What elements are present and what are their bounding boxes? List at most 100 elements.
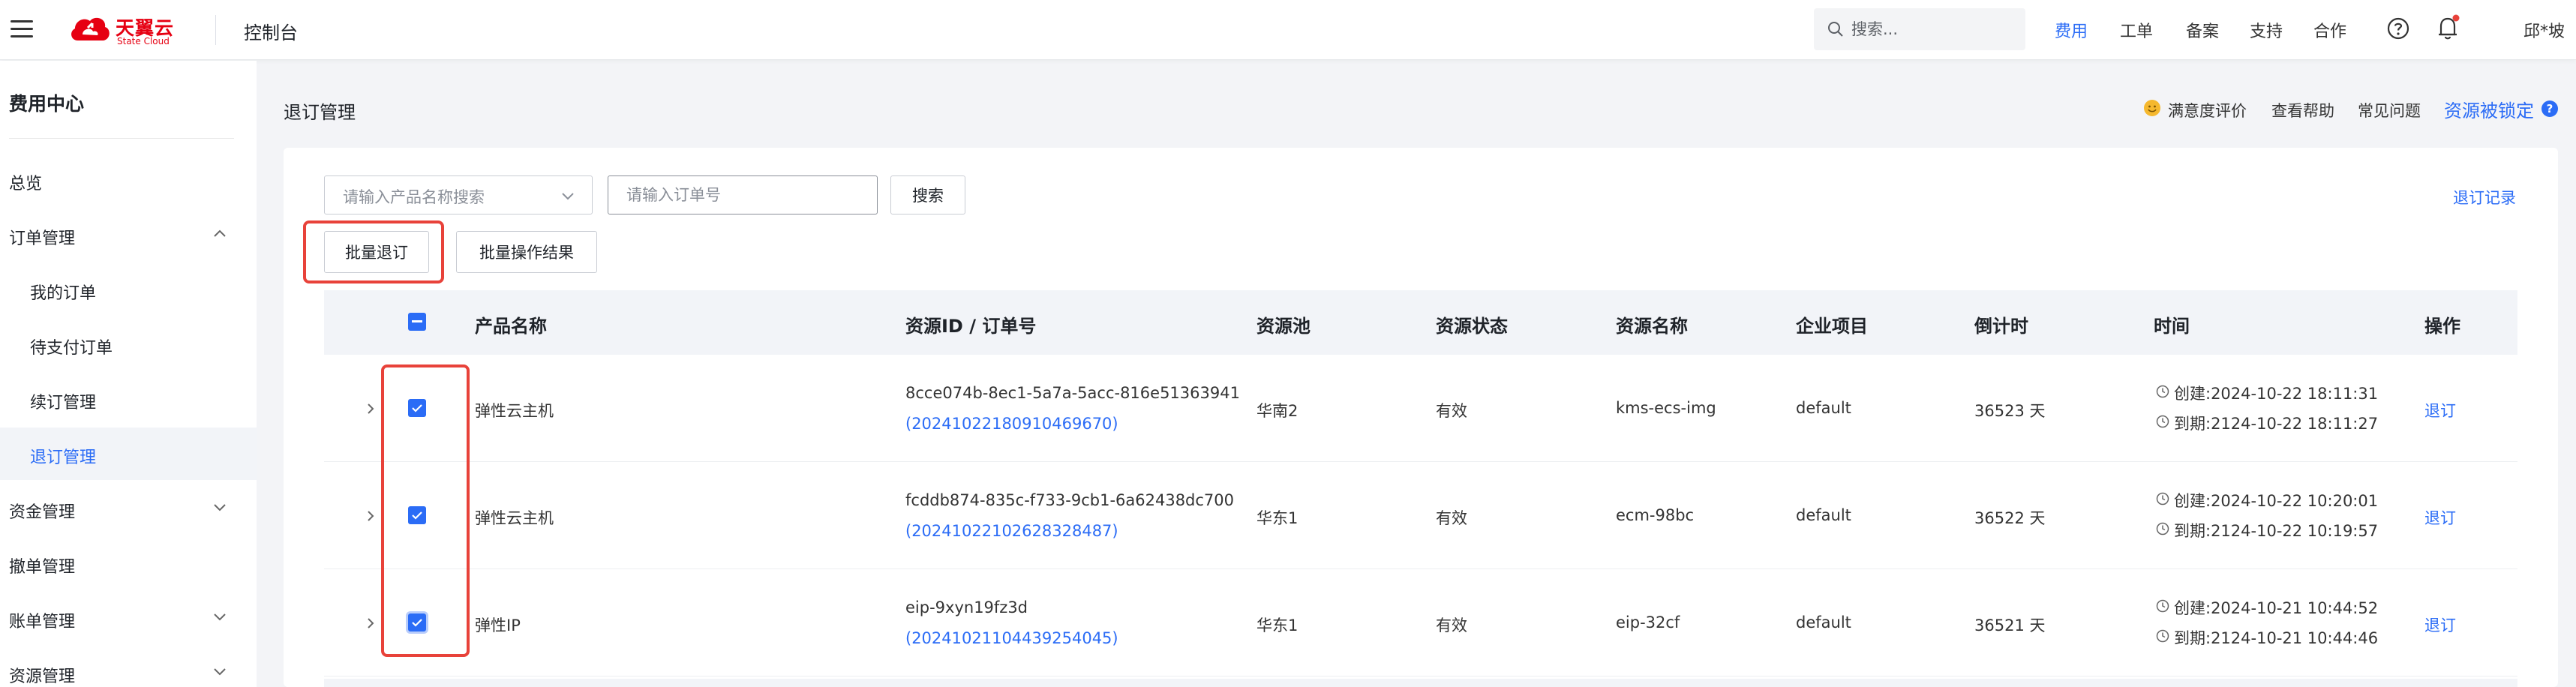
product-select-placeholder: 请输入产品名称搜索 [343, 188, 485, 206]
enterprise-project: default [1796, 614, 1851, 632]
unsubscribe-action-link[interactable]: 退订 [2424, 614, 2456, 636]
topnav-partners[interactable]: 合作 [2313, 18, 2346, 42]
order-number-link[interactable]: (20241022180910469670) [905, 415, 1118, 433]
unsubscribe-action-link[interactable]: 退订 [2424, 506, 2456, 529]
topnav-filing[interactable]: 备案 [2186, 18, 2219, 42]
locked-resources-link[interactable]: 资源被锁定 [2444, 96, 2534, 122]
sidebar-title: 费用中心 [9, 93, 85, 115]
batch-unsubscribe-button[interactable]: 批量退订 [324, 231, 429, 273]
sidebar: 费用中心 总览 订单管理 我的订单 待支付订单 续订管理 退订管理 资金管理 撤… [0, 61, 257, 687]
user-name[interactable]: 邱*坡 [2523, 18, 2565, 42]
countdown: 36521 天 [1974, 616, 2046, 634]
global-search[interactable] [1814, 8, 2025, 50]
sidebar-item-label: 总览 [9, 175, 43, 194]
satisfaction-link[interactable]: 满意度评价 [2168, 99, 2247, 122]
sidebar-item-renewals[interactable]: 续订管理 [0, 373, 257, 425]
row-checkbox[interactable] [408, 506, 426, 524]
resource-pool: 华东1 [1256, 616, 1299, 634]
expiry-time: 到期:2124-10-22 10:19:57 [2174, 522, 2379, 540]
help-link[interactable]: 查看帮助 [2271, 99, 2334, 122]
countdown: 36523 天 [1974, 402, 2046, 420]
order-number-link[interactable]: (20241021104439254045) [905, 629, 1118, 647]
column-header: 资源名称 [1616, 316, 1688, 337]
sidebar-item-cancellations[interactable]: 撤单管理 [0, 537, 257, 590]
console-title[interactable]: 控制台 [244, 18, 298, 44]
chevron-down-icon [214, 614, 226, 621]
chevron-up-icon [214, 230, 226, 237]
unsubscribe-action-link[interactable]: 退订 [2424, 399, 2456, 422]
chevron-down-icon [562, 193, 574, 200]
sidebar-item-label: 撤单管理 [9, 558, 76, 577]
table-header: 产品名称 资源ID / 订单号 资源池 资源状态 资源名称 企业项目 倒计时 时… [324, 290, 2517, 355]
clock-icon [2156, 522, 2169, 536]
topnav-fees[interactable]: 费用 [2055, 18, 2088, 42]
row-checkbox[interactable] [408, 399, 426, 417]
question-badge-icon[interactable]: ? [2541, 100, 2558, 117]
order-number-link[interactable]: (20241022102628328487) [905, 522, 1118, 540]
column-header: 操作 [2424, 316, 2460, 337]
global-search-input[interactable] [1851, 16, 2016, 43]
created-time: 创建:2024-10-21 10:44:52 [2174, 599, 2379, 617]
divider [9, 138, 234, 139]
page-title: 退订管理 [284, 102, 356, 123]
sidebar-item-label: 资金管理 [9, 503, 76, 522]
select-all-checkbox[interactable] [408, 313, 426, 331]
column-header: 资源ID / 订单号 [905, 316, 1037, 337]
chevron-right-icon[interactable] [366, 616, 375, 630]
smile-icon [2144, 100, 2160, 116]
divider [215, 15, 216, 45]
sidebar-item-funds[interactable]: 资金管理 [0, 482, 257, 535]
countdown: 36522 天 [1974, 509, 2046, 527]
logo[interactable]: 天翼云 State Cloud [68, 10, 195, 50]
batch-result-button[interactable]: 批量操作结果 [456, 231, 597, 273]
column-header: 产品名称 [475, 316, 547, 337]
clock-icon [2156, 599, 2169, 613]
search-icon [1828, 22, 1843, 37]
sidebar-item-pending-orders[interactable]: 待支付订单 [0, 318, 257, 370]
resource-name: ecm-98bc [1616, 506, 1695, 524]
resource-id: 8cce074b-8ec1-5a7a-5acc-816e51363941 [905, 384, 1240, 402]
sidebar-item-label: 账单管理 [9, 613, 76, 632]
sidebar-item-resources[interactable]: 资源管理 [0, 646, 257, 687]
hamburger-icon[interactable] [11, 18, 33, 40]
product-name-select[interactable]: 请输入产品名称搜索 [324, 176, 593, 214]
indeterminate-icon [412, 320, 422, 322]
chevron-down-icon [214, 668, 226, 676]
resource-id: fcddb874-835c-f733-9cb1-6a62438dc700 [905, 491, 1235, 509]
clock-icon [2156, 415, 2169, 428]
column-header: 资源状态 [1436, 316, 1508, 337]
sidebar-item-my-orders[interactable]: 我的订单 [0, 263, 257, 316]
resource-id: eip-9xyn19fz3d [905, 598, 1028, 616]
sidebar-item-overview[interactable]: 总览 [0, 154, 257, 206]
resource-status: 有效 [1436, 616, 1467, 634]
bell-icon[interactable] [2435, 14, 2462, 42]
column-header: 时间 [2154, 316, 2190, 337]
column-header: 倒计时 [1974, 316, 2028, 337]
row-checkbox[interactable] [408, 614, 426, 632]
search-button[interactable]: 搜索 [890, 176, 965, 214]
sidebar-item-label: 资源管理 [9, 668, 76, 686]
resource-pool: 华东1 [1256, 509, 1299, 527]
column-header: 资源池 [1256, 316, 1311, 337]
chevron-right-icon[interactable] [366, 509, 375, 523]
chevron-right-icon[interactable] [366, 402, 375, 416]
sidebar-item-label: 订单管理 [9, 230, 76, 248]
check-icon [412, 512, 422, 520]
help-circle-icon[interactable] [2386, 16, 2410, 40]
sidebar-item-unsubscribe[interactable]: 退订管理 [0, 428, 257, 480]
sidebar-item-order-management[interactable]: 订单管理 [0, 208, 257, 261]
resource-status: 有效 [1436, 509, 1467, 527]
resource-name: kms-ecs-img [1616, 399, 1716, 417]
faq-link[interactable]: 常见问题 [2358, 99, 2421, 122]
product-name: 弹性IP [475, 616, 521, 634]
resource-status: 有效 [1436, 402, 1467, 420]
unsubscribe-records-link[interactable]: 退订记录 [2453, 186, 2516, 208]
order-number-input[interactable] [608, 176, 878, 214]
topnav-tickets[interactable]: 工单 [2120, 18, 2153, 42]
enterprise-project: default [1796, 399, 1851, 417]
chevron-down-icon [214, 504, 226, 512]
table-footer-strip [324, 679, 2517, 687]
enterprise-project: default [1796, 506, 1851, 524]
sidebar-item-bills[interactable]: 账单管理 [0, 592, 257, 644]
topnav-support[interactable]: 支持 [2250, 18, 2283, 42]
